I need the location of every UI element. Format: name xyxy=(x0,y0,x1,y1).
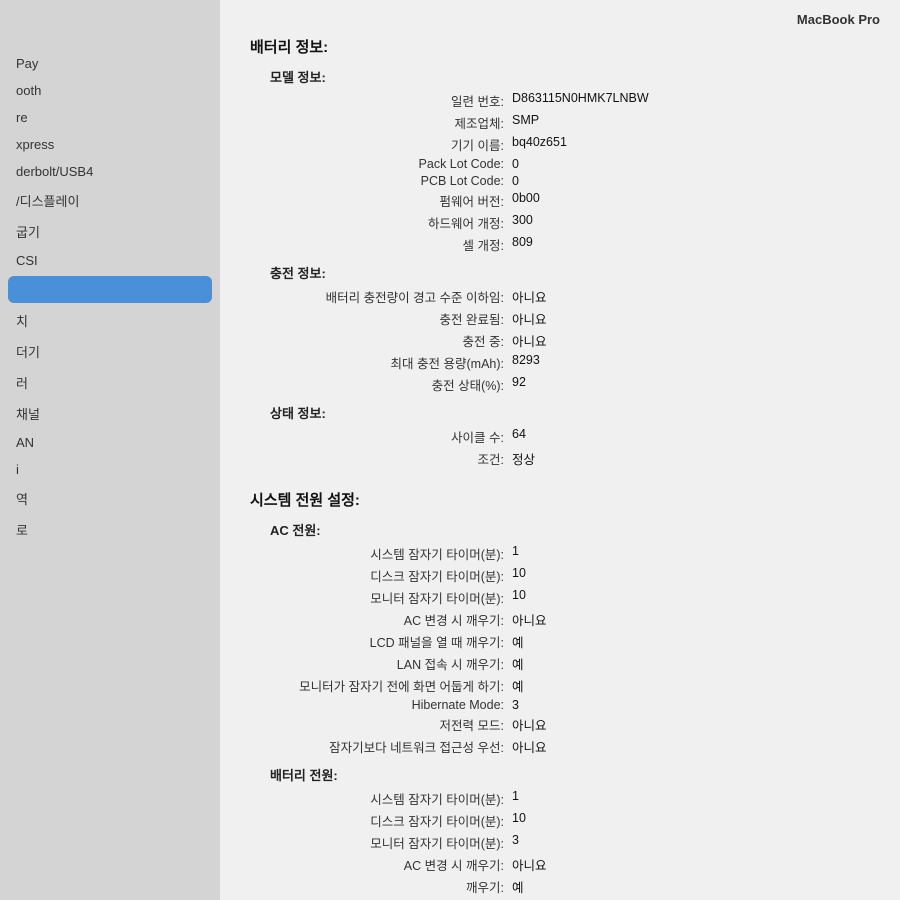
model-info-table: 일련 번호:D863115N0HMK7LNBW제조업체:SMP기기 이름:bq4… xyxy=(250,89,870,255)
power-section-title: 시스템 전원 설정: xyxy=(250,489,870,510)
main-content: MacBook Pro 배터리 정보: 모델 정보: 일련 번호:D863115… xyxy=(220,0,900,900)
sidebar-item-xpress[interactable]: xpress xyxy=(0,131,220,158)
table-row: AC 변경 시 깨우기:아니요 xyxy=(250,608,870,630)
table-row: 모니터가 잠자기 전에 화면 어둡게 하기:예 xyxy=(250,674,870,696)
sidebar-item-pay[interactable]: Pay xyxy=(0,50,220,77)
table-row: 하드웨어 개정:300 xyxy=(250,211,870,233)
status-info-title: 상태 정보: xyxy=(250,403,870,422)
table-row: 펌웨어 버전:0b00 xyxy=(250,189,870,211)
table-row: 디스크 잠자기 타이머(분):10 xyxy=(250,809,870,831)
sidebar-item-channel[interactable]: 채널 xyxy=(0,398,220,429)
table-row: 시스템 잠자기 타이머(분):1 xyxy=(250,787,870,809)
sidebar-item-i[interactable]: i xyxy=(0,456,220,483)
ac-power-table: 시스템 잠자기 타이머(분):1디스크 잠자기 타이머(분):10모니터 잠자기… xyxy=(250,542,870,757)
table-row: AC 변경 시 깨우기:아니요 xyxy=(250,853,870,875)
sidebar-item-re[interactable]: re xyxy=(0,104,220,131)
table-row: 디스크 잠자기 타이머(분):10 xyxy=(250,564,870,586)
table-row: 충전 상태(%):92 xyxy=(250,373,870,395)
table-row: 사이클 수:64 xyxy=(250,425,870,447)
battery-power-title: 배터리 전원: xyxy=(250,765,870,784)
charge-info-title: 충전 정보: xyxy=(250,263,870,282)
sidebar-item-an[interactable]: AN xyxy=(0,429,220,456)
table-row: LAN 접속 시 깨우기:예 xyxy=(250,652,870,674)
table-row: 셀 개정:809 xyxy=(250,233,870,255)
sidebar-group: Pay ooth re xpress derbolt/USB4 /디스플레이 굽… xyxy=(0,50,220,545)
ac-power-title: AC 전원: xyxy=(250,520,870,539)
sidebar-item-display[interactable]: /디스플레이 xyxy=(0,185,220,216)
sidebar-item-deogi[interactable]: 더기 xyxy=(0,336,220,367)
table-row: 잠자기보다 네트워크 접근성 우선:아니요 xyxy=(250,735,870,757)
model-info-title: 모델 정보: xyxy=(250,67,870,86)
table-row: 최대 충전 용량(mAh):8293 xyxy=(250,351,870,373)
table-row: 모니터 잠자기 타이머(분):10 xyxy=(250,586,870,608)
window-title: MacBook Pro xyxy=(797,12,880,27)
sidebar-item-csi[interactable]: CSI xyxy=(0,247,220,274)
table-row: 시스템 잠자기 타이머(분):1 xyxy=(250,542,870,564)
table-row: 모니터 잠자기 타이머(분):3 xyxy=(250,831,870,853)
sidebar: Pay ooth re xpress derbolt/USB4 /디스플레이 굽… xyxy=(0,0,220,900)
sidebar-item-ooth[interactable]: ooth xyxy=(0,77,220,104)
table-row: 저전력 모드:아니요 xyxy=(250,713,870,735)
sidebar-item-active[interactable] xyxy=(8,276,212,303)
battery-section-title: 배터리 정보: xyxy=(250,36,870,57)
table-row: PCB Lot Code:0 xyxy=(250,172,870,189)
sidebar-item-yeok[interactable]: 역 xyxy=(0,483,220,514)
table-row: Pack Lot Code:0 xyxy=(250,155,870,172)
table-row: 기기 이름:bq40z651 xyxy=(250,133,870,155)
table-row: 일련 번호:D863115N0HMK7LNBW xyxy=(250,89,870,111)
table-row: LCD 패널을 열 때 깨우기:예 xyxy=(250,630,870,652)
sidebar-item-reo[interactable]: 러 xyxy=(0,367,220,398)
table-row: 충전 완료됨:아니요 xyxy=(250,307,870,329)
sidebar-item-ro[interactable]: 로 xyxy=(0,514,220,545)
sidebar-item-thunderbolt[interactable]: derbolt/USB4 xyxy=(0,158,220,185)
table-row: 조건:정상 xyxy=(250,447,870,469)
charge-info-table: 배터리 충전량이 경고 수준 이하임:아니요충전 완료됨:아니요충전 중:아니요… xyxy=(250,285,870,395)
sidebar-item-burn[interactable]: 굽기 xyxy=(0,216,220,247)
table-row: 배터리 충전량이 경고 수준 이하임:아니요 xyxy=(250,285,870,307)
table-row: Hibernate Mode:3 xyxy=(250,696,870,713)
table-row: 깨우기:예 xyxy=(250,875,870,897)
sidebar-item-chi[interactable]: 치 xyxy=(0,305,220,336)
battery-power-table: 시스템 잠자기 타이머(분):1디스크 잠자기 타이머(분):10모니터 잠자기… xyxy=(250,787,870,897)
table-row: 충전 중:아니요 xyxy=(250,329,870,351)
status-info-table: 사이클 수:64조건:정상 xyxy=(250,425,870,469)
table-row: 제조업체:SMP xyxy=(250,111,870,133)
